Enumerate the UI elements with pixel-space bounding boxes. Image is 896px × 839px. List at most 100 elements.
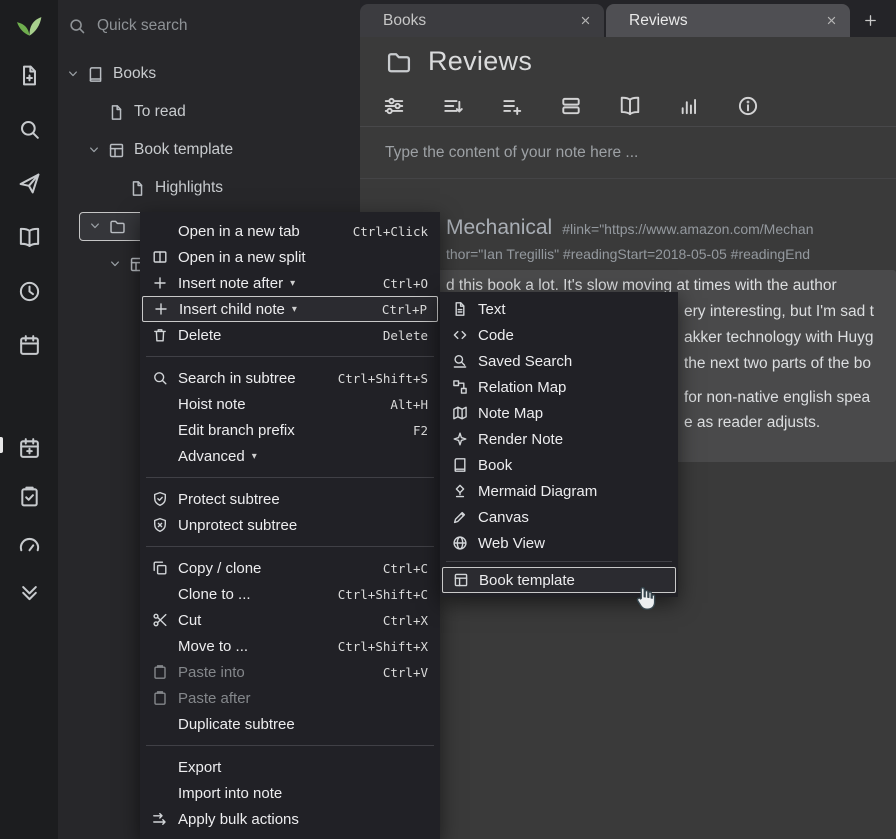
tree-item[interactable]: To read (58, 93, 360, 131)
jump-to-note-button[interactable] (0, 156, 58, 210)
chevron-down-icon[interactable] (108, 257, 129, 271)
note-content-editor[interactable]: Type the content of your note here ... (360, 127, 896, 179)
dashboard-button[interactable] (0, 520, 58, 568)
calendar-plus-icon (18, 437, 41, 460)
menu-item-duplicate-subtree[interactable]: Duplicate subtree (142, 711, 438, 737)
tasks-button[interactable] (0, 472, 58, 520)
submenu-item-text[interactable]: Text (442, 296, 676, 322)
text-note-icon (452, 301, 478, 317)
saved-search-icon (452, 353, 478, 369)
split-icon (152, 249, 178, 265)
submenu-item-code[interactable]: Code (442, 322, 676, 348)
new-tab-button[interactable] (852, 4, 888, 37)
menu-shortcut: Ctrl+Shift+S (338, 371, 428, 386)
quick-search[interactable]: Quick search (58, 0, 360, 35)
note-info-button[interactable] (678, 95, 700, 117)
clipboard-check-icon (18, 485, 41, 508)
note-paths-button[interactable] (560, 95, 582, 117)
tab[interactable]: Books (360, 4, 604, 37)
app-logo[interactable] (0, 0, 58, 48)
send-icon (18, 172, 41, 195)
tab[interactable]: Reviews (606, 4, 850, 37)
file-icon (129, 180, 152, 197)
mermaid-icon (452, 483, 478, 499)
plus-icon (153, 301, 179, 317)
menu-shortcut: Ctrl+Click (353, 224, 428, 239)
menu-item-copy-clone[interactable]: Copy / clone Ctrl+C (142, 555, 438, 581)
tree-item[interactable]: Highlights (58, 169, 360, 207)
submenu-item-render-note[interactable]: Render Note (442, 426, 676, 452)
menu-item-cut[interactable]: Cut Ctrl+X (142, 607, 438, 633)
menu-item-search-in-subtree[interactable]: Search in subtree Ctrl+Shift+S (142, 365, 438, 391)
menu-item-open-in-new-split[interactable]: Open in a new split (142, 244, 438, 270)
submenu-item-book[interactable]: Book (442, 452, 676, 478)
menu-item-protect-subtree[interactable]: Protect subtree (142, 486, 438, 512)
menu-shortcut: Ctrl+C (383, 561, 428, 576)
chevron-down-icon[interactable] (87, 143, 108, 157)
note-text-line: akker technology with Huyg (684, 329, 874, 347)
menu-item-open-in-new-tab[interactable]: Open in a new tab Ctrl+Click (142, 218, 438, 244)
recent-changes-button[interactable] (0, 264, 58, 318)
open-notes-button[interactable] (0, 210, 58, 264)
menu-item-advanced[interactable]: Advanced ▾ (142, 443, 438, 469)
note-header: Reviews (360, 37, 896, 86)
today-button[interactable] (0, 424, 58, 472)
menu-item-unprotect-subtree[interactable]: Unprotect subtree (142, 512, 438, 538)
submenu-item-relation-map[interactable]: Relation Map (442, 374, 676, 400)
template-icon (453, 572, 479, 588)
submenu-item-book-template[interactable]: Book template (442, 567, 676, 593)
menu-item-export[interactable]: Export (142, 754, 438, 780)
menu-item-apply-bulk-actions[interactable]: Apply bulk actions (142, 806, 438, 832)
info-button[interactable] (737, 95, 759, 117)
note-text-line: thor="Ian Tregillis" #readingStart=2018-… (446, 246, 810, 262)
close-tab-icon[interactable] (574, 10, 596, 32)
menu-item-import-into-note[interactable]: Import into note (142, 780, 438, 806)
menu-item-clone-to[interactable]: Clone to ... Ctrl+Shift+C (142, 581, 438, 607)
caret-down-icon: ▾ (292, 304, 297, 315)
page-title: Reviews (428, 46, 532, 77)
tree-item[interactable]: Book template (58, 131, 360, 169)
tree-item[interactable]: Books (58, 55, 360, 93)
search-button[interactable] (0, 102, 58, 156)
submenu-item-saved-search[interactable]: Saved Search (442, 348, 676, 374)
relation-map-icon (452, 379, 478, 395)
list-plus-icon (501, 95, 523, 117)
submenu-item-canvas[interactable]: Canvas (442, 504, 676, 530)
chevron-down-icon[interactable] (66, 67, 87, 81)
basic-properties-button[interactable] (383, 95, 405, 117)
calendar-button[interactable] (0, 318, 58, 372)
file-plus-icon (18, 64, 41, 87)
menu-item-paste-after[interactable]: Paste after (142, 685, 438, 711)
editor-placeholder: Type the content of your note here ... (385, 144, 638, 162)
more-launchers-button[interactable] (0, 568, 58, 616)
chevron-down-icon[interactable] (88, 219, 109, 233)
menu-item-edit-branch-prefix[interactable]: Edit branch prefix F2 (142, 417, 438, 443)
menu-item-hoist-note[interactable]: Hoist note Alt+H (142, 391, 438, 417)
menu-item-paste-into[interactable]: Paste into Ctrl+V (142, 659, 438, 685)
inherited-attributes-button[interactable] (501, 95, 523, 117)
bar-chart-icon (678, 95, 700, 117)
book-open-icon (619, 95, 641, 117)
menu-item-insert-child-note[interactable]: Insert child note ▾ Ctrl+P (142, 296, 438, 322)
close-tab-icon[interactable] (820, 10, 842, 32)
owned-attributes-button[interactable] (442, 95, 464, 117)
menu-item-move-to[interactable]: Move to ... Ctrl+Shift+X (142, 633, 438, 659)
submenu-item-mermaid-diagram[interactable]: Mermaid Diagram (442, 478, 676, 504)
note-map-icon (452, 405, 478, 421)
note-text-line: the next two parts of the bo (684, 355, 871, 373)
quick-search-label: Quick search (97, 17, 187, 35)
menu-shortcut: Ctrl+O (383, 276, 428, 291)
code-icon (452, 327, 478, 343)
book-icon (87, 66, 110, 83)
menu-separator (146, 477, 434, 478)
note-map-button[interactable] (619, 95, 641, 117)
menu-shortcut: Delete (383, 328, 428, 343)
menu-shortcut: F2 (413, 423, 428, 438)
trash-icon (152, 327, 178, 343)
submenu-item-note-map[interactable]: Note Map (442, 400, 676, 426)
menu-item-delete[interactable]: Delete Delete (142, 322, 438, 348)
new-note-button[interactable] (0, 48, 58, 102)
context-menu: Open in a new tab Ctrl+Click Open in a n… (140, 212, 440, 839)
submenu-item-web-view[interactable]: Web View (442, 530, 676, 556)
menu-item-insert-note-after[interactable]: Insert note after ▾ Ctrl+O (142, 270, 438, 296)
